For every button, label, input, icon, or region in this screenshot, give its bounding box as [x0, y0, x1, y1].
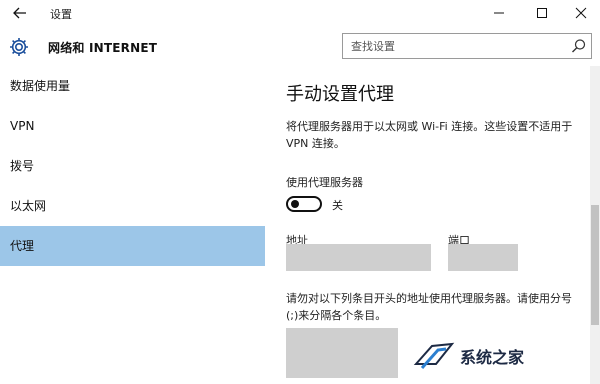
search-input[interactable]: [351, 38, 551, 54]
watermark: 系统之家: [410, 330, 600, 384]
sidebar-item-dial-up[interactable]: 拨号: [0, 146, 265, 186]
sidebar-item-vpn[interactable]: VPN: [0, 106, 265, 146]
watermark-text: 系统之家: [460, 348, 525, 367]
back-button[interactable]: [8, 2, 32, 24]
watermark-logo-icon: [413, 342, 455, 369]
search-icon[interactable]: [571, 38, 587, 54]
sidebar-item-proxy[interactable]: 代理: [0, 226, 265, 266]
sidebar: 数据使用量 VPN 拨号 以太网 代理: [0, 66, 265, 384]
toggle-knob: [291, 200, 299, 208]
back-arrow-icon: [13, 7, 26, 19]
use-proxy-toggle[interactable]: [286, 196, 322, 212]
search-box[interactable]: [342, 33, 592, 59]
proxy-description: 将代理服务器用于以太网或 Wi-Fi 连接。这些设置不适用于 VPN 连接。: [286, 120, 573, 150]
minimize-icon: [494, 12, 504, 14]
gear-icon: [8, 36, 30, 58]
minimize-button[interactable]: [484, 2, 514, 24]
sidebar-item-data-usage[interactable]: 数据使用量: [0, 66, 265, 106]
toggle-state-label: 关: [332, 199, 343, 212]
address-input[interactable]: [286, 244, 431, 271]
use-proxy-label: 使用代理服务器: [286, 176, 363, 189]
title-bar: 设置: [0, 0, 600, 28]
section-title: 网络和 INTERNET: [48, 41, 158, 55]
port-input[interactable]: [448, 244, 518, 271]
exceptions-description: 请勿对以下列条目开头的地址使用代理服务器。请使用分号(;)来分隔各个条目。: [286, 292, 572, 322]
maximize-icon: [537, 8, 547, 18]
exceptions-input[interactable]: [286, 328, 398, 378]
scrollbar-thumb[interactable]: [591, 205, 599, 325]
sidebar-item-ethernet[interactable]: 以太网: [0, 186, 265, 226]
window-title: 设置: [50, 8, 72, 21]
page-title: 手动设置代理: [286, 84, 394, 105]
close-icon: [575, 7, 587, 19]
close-button[interactable]: [566, 2, 596, 24]
maximize-button[interactable]: [527, 2, 557, 24]
